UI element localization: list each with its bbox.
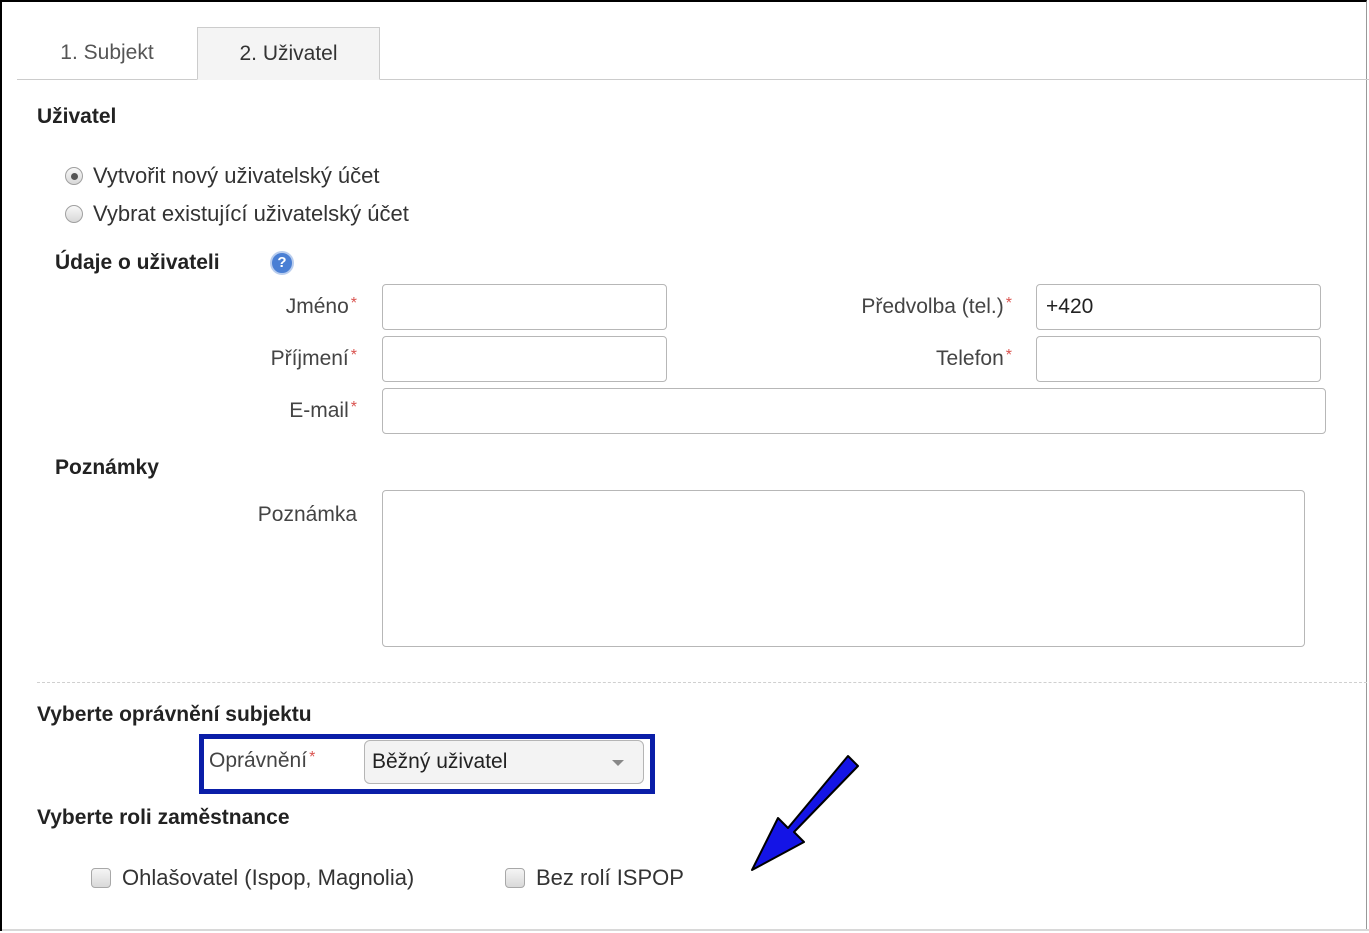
label-last-name: Příjmení * — [270, 347, 357, 370]
phone-input[interactable] — [1036, 336, 1321, 382]
radio-button-checked[interactable] — [65, 167, 83, 185]
email-input[interactable] — [382, 388, 1326, 434]
section-title-user-details: Údaje o uživateli — [55, 251, 220, 274]
label-phone-prefix: Předvolba (tel.) * — [861, 295, 1012, 318]
permission-selected-value: Běžný uživatel — [372, 750, 508, 773]
label-first-name: Jméno * — [285, 295, 357, 318]
bottom-border — [2, 929, 1369, 931]
arrow-down-left-icon — [751, 755, 859, 871]
checkbox-label: Bez rolí ISPOP — [536, 865, 684, 890]
radio-label: Vybrat existující uživatelský účet — [93, 201, 409, 226]
radio-label: Vytvořit nový uživatelský účet — [93, 163, 380, 188]
chevron-down-icon — [612, 760, 624, 766]
checkbox-role-ohlasovatel[interactable]: Ohlašovatel (Ispop, Magnolia) — [91, 865, 414, 891]
radio-select-existing-account[interactable]: Vybrat existující uživatelský účet — [65, 201, 409, 227]
section-title-notes: Poznámky — [55, 456, 159, 479]
radio-button-unchecked[interactable] — [65, 205, 83, 223]
permission-select[interactable]: Běžný uživatel — [364, 740, 644, 784]
label-permission: Oprávnění * — [209, 749, 316, 772]
tab-subjekt[interactable]: 1. Subjekt — [17, 27, 197, 79]
first-name-input[interactable] — [382, 284, 667, 330]
section-divider — [37, 682, 1367, 683]
radio-create-new-account[interactable]: Vytvořit nový uživatelský účet — [65, 163, 380, 189]
section-title-user: Uživatel — [37, 105, 117, 128]
label-phone: Telefon * — [936, 347, 1012, 370]
label-email: E-mail * — [289, 399, 357, 422]
section-title-permissions: Vyberte oprávnění subjektu — [37, 703, 312, 726]
last-name-input[interactable] — [382, 336, 667, 382]
checkbox-label: Ohlašovatel (Ispop, Magnolia) — [122, 865, 415, 890]
help-icon[interactable]: ? — [270, 251, 294, 275]
label-note: Poznámka — [257, 503, 357, 526]
checkbox-role-none[interactable]: Bez rolí ISPOP — [505, 865, 684, 891]
phone-prefix-input[interactable]: +420 — [1036, 284, 1321, 330]
tab-bar: 1. Subjekt 2. Uživatel — [17, 27, 1369, 80]
tab-uzivatel[interactable]: 2. Uživatel — [197, 27, 380, 80]
section-title-roles: Vyberte roli zaměstnance — [37, 806, 290, 829]
checkbox[interactable] — [91, 868, 111, 888]
checkbox[interactable] — [505, 868, 525, 888]
note-textarea[interactable] — [382, 490, 1305, 647]
